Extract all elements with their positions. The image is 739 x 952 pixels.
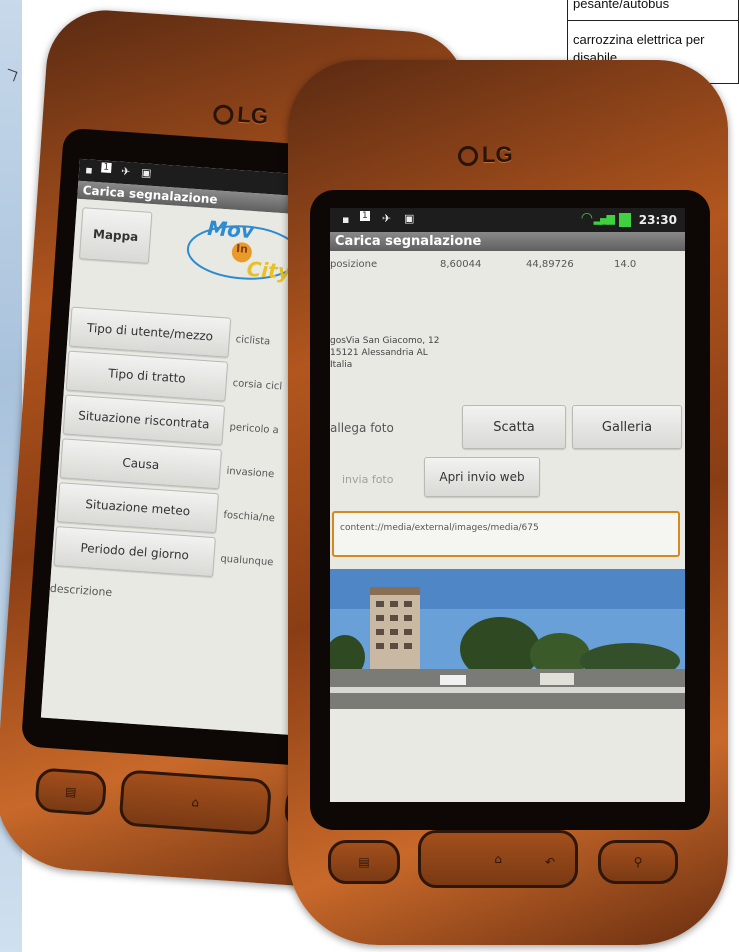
status-bar: ▪ 1 ✈ ▣ ◠ ▂▄▆ 23:30 [330, 208, 685, 232]
accuracy-value: 14.0 [614, 259, 637, 270]
user-type-button[interactable]: Tipo di utente/mezzo [68, 306, 232, 358]
lg-logo: LG [458, 142, 513, 168]
position-label: posizione [330, 259, 378, 270]
photo-preview [330, 569, 685, 709]
table-cell: pesante/autobus [568, 0, 738, 21]
segment-type-button[interactable]: Tipo di tratto [65, 350, 229, 402]
calendar-icon: 1 [360, 211, 370, 221]
address-line: gosVia San Giacomo, 12 [330, 336, 440, 346]
briefcase-icon: ▣ [140, 166, 152, 180]
search-hardware-button[interactable]: ⚲ [598, 840, 678, 884]
notification-icon: ▪ [84, 163, 94, 177]
wifi-icon: ◠ [580, 210, 593, 226]
weather-button[interactable]: Situazione meteo [56, 482, 219, 534]
street-photo [330, 569, 685, 709]
situation-button[interactable]: Situazione riscontrata [62, 394, 226, 446]
address-block: gosVia San Giacomo, 12 15121 Alessandria… [330, 335, 439, 371]
logo-text: City [245, 256, 292, 284]
menu-hardware-button[interactable]: ▤ [34, 767, 108, 817]
open-web-submit-button[interactable]: Apri invio web [424, 457, 540, 497]
twitter-icon: ✈ [120, 164, 131, 179]
gallery-button[interactable]: Galleria [572, 405, 682, 449]
uri-value: content://media/external/images/media/67… [340, 523, 539, 533]
twitter-icon: ✈ [382, 212, 392, 225]
notification-icon: ▪ [342, 213, 350, 226]
signal-icon: ▂▄▆ [593, 212, 615, 225]
uri-field[interactable]: content://media/external/images/media/67… [332, 511, 680, 557]
battery-icon [619, 213, 631, 227]
cause-button[interactable]: Causa [59, 438, 223, 490]
send-photo-label: invia foto [342, 473, 394, 486]
weather-value: foschia/ne [223, 509, 276, 525]
address-line: 15121 Alessandria AL [330, 348, 428, 358]
map-button[interactable]: Mappa [78, 207, 153, 264]
day-period-button[interactable]: Periodo del giorno [53, 526, 216, 578]
back-hardware-button[interactable]: ↶ [520, 840, 580, 884]
logo-text: Mov [206, 215, 255, 244]
clock: 23:30 [638, 213, 677, 227]
lg-logo: LG [212, 100, 269, 130]
menu-hardware-button[interactable]: ▤ [328, 840, 400, 884]
home-hardware-button[interactable]: ⌂ [118, 769, 273, 836]
briefcase-icon: ▣ [404, 212, 415, 225]
app-body: posizione 8,60044 44,89726 14.0 gosVia S… [330, 251, 685, 802]
app-titlebar: Carica segnalazione [330, 232, 685, 251]
phone-right: LG ▪ 1 ✈ ▣ ◠ ▂▄▆ 23:30 Carica segnalazio… [288, 60, 728, 945]
screen-right: ▪ 1 ✈ ▣ ◠ ▂▄▆ 23:30 Carica segnalazione … [330, 208, 685, 802]
longitude-value: 8,60044 [440, 259, 482, 270]
cause-value: invasione [226, 465, 275, 481]
shoot-button[interactable]: Scatta [462, 405, 566, 449]
attach-photo-label: allega foto [330, 421, 394, 435]
description-label: descrizione [49, 581, 113, 600]
latitude-value: 44,89726 [526, 259, 574, 270]
address-line: Italia [330, 360, 353, 370]
calendar-icon: 1 [101, 162, 112, 174]
position-row: posizione 8,60044 44,89726 14.0 [330, 259, 685, 273]
logo-text: In [235, 241, 249, 256]
day-period-value: qualunque [219, 553, 274, 569]
